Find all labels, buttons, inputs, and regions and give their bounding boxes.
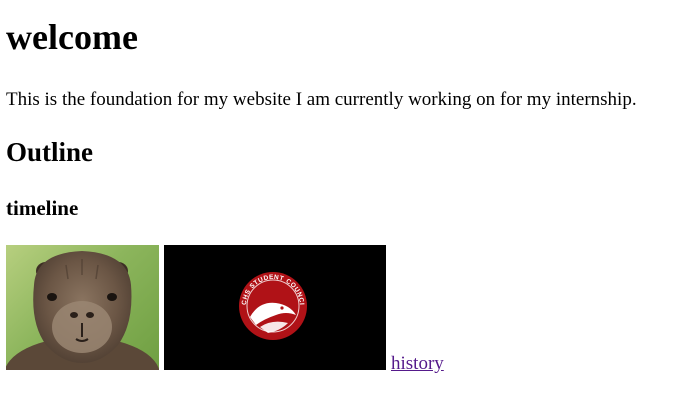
timeline-heading: timeline bbox=[6, 196, 79, 220]
page-title: welcome bbox=[6, 17, 138, 57]
intro-text: This is the foundation for my website I … bbox=[6, 89, 637, 110]
capybara-illustration bbox=[6, 251, 159, 370]
capybara-image bbox=[6, 245, 159, 370]
student-council-video[interactable]: ECHS STUDENT COUNCIL bbox=[162, 240, 386, 370]
student-council-seal-icon: ECHS STUDENT COUNCIL bbox=[162, 240, 307, 340]
history-link[interactable]: history bbox=[391, 352, 444, 376]
outline-heading: Outline bbox=[6, 137, 94, 167]
